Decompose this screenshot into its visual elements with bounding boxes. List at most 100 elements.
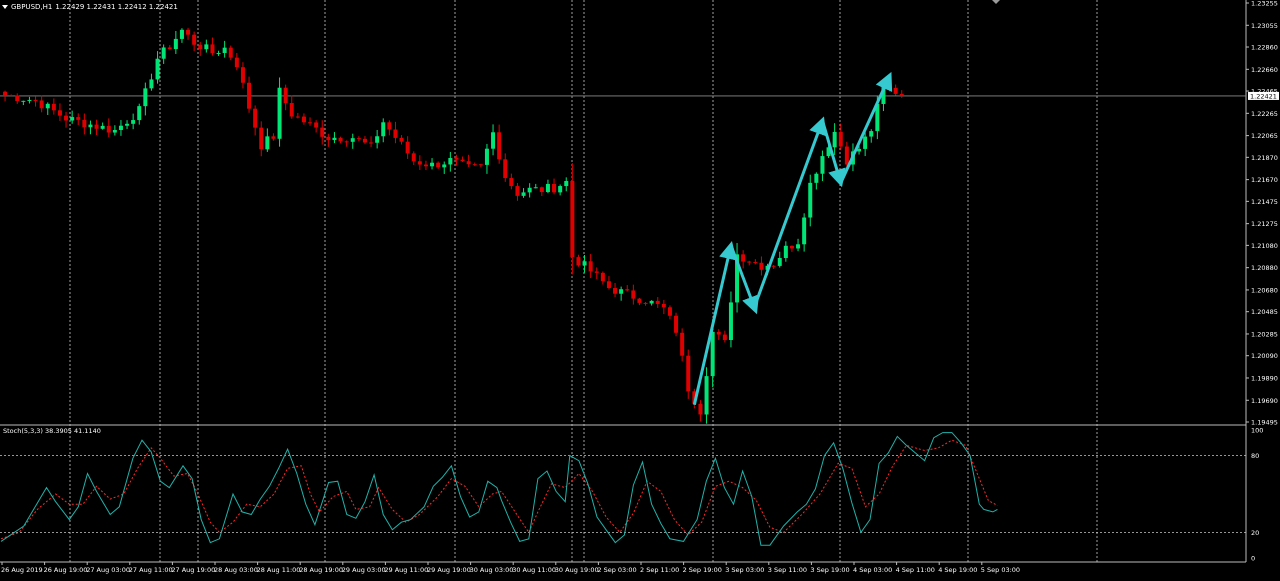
candle-body — [869, 131, 874, 137]
candle-body — [308, 122, 313, 124]
candle-body — [265, 136, 270, 150]
candle-body — [106, 125, 111, 133]
candle-body — [649, 300, 654, 304]
stoch-tick-label: 100 — [1251, 427, 1263, 435]
candle-body — [33, 99, 38, 101]
candle-body — [533, 187, 538, 189]
candle-body — [747, 261, 752, 263]
shift-marker-icon[interactable] — [992, 0, 1000, 4]
candle-body — [613, 288, 618, 294]
candle-body — [698, 403, 703, 415]
candle-body — [375, 136, 380, 143]
candle-body — [796, 244, 801, 249]
candle-body — [552, 183, 557, 193]
price-tick-label: 1.21670 — [1251, 176, 1278, 184]
time-tick-label: 28 Aug 19:00 — [299, 566, 343, 574]
time-tick-label: 28 Aug 03:00 — [214, 566, 258, 574]
candle-body — [728, 302, 733, 340]
candle-body — [509, 178, 514, 187]
time-tick-label: 28 Aug 11:00 — [257, 566, 301, 574]
time-tick-label: 29 Aug 19:00 — [427, 566, 471, 574]
price-tick-label: 1.19690 — [1251, 397, 1278, 405]
time-tick-label: 26 Aug 2019 — [1, 566, 43, 574]
price-tick-label: 1.19495 — [1251, 419, 1278, 427]
price-tick-label: 1.20680 — [1251, 286, 1278, 294]
time-tick-label: 4 Sep 03:00 — [853, 566, 892, 574]
candle-body — [448, 158, 453, 165]
candle-body — [173, 38, 178, 50]
stoch-tick-label: 80 — [1251, 452, 1259, 460]
candle-body — [393, 129, 398, 138]
candle-body — [558, 186, 563, 193]
candle-body — [198, 44, 203, 50]
candle-body — [167, 47, 172, 50]
candle-body — [582, 261, 587, 266]
candle-body — [100, 125, 105, 129]
candle-body — [674, 315, 679, 333]
candle-body — [686, 355, 691, 392]
candle-body — [564, 180, 569, 187]
trading-chart[interactable]: 1.23255 1.23055 1.22860 1.22660 1.22465 1.222… — [0, 0, 1280, 577]
candle-body — [515, 186, 520, 196]
candle-body — [362, 138, 367, 143]
price-tick-label: 1.22065 — [1251, 132, 1278, 140]
candle-body — [844, 146, 849, 165]
candle-body — [783, 245, 788, 259]
candle-body — [314, 122, 319, 128]
time-tick-label: 30 Aug 11:00 — [512, 566, 556, 574]
candle-body — [619, 289, 624, 294]
time-tick-label: 27 Aug 03:00 — [86, 566, 130, 574]
candle-body — [112, 129, 117, 133]
candle-body — [594, 271, 599, 273]
candle-body — [118, 125, 123, 130]
candle-body — [356, 138, 361, 140]
price-tick-label: 1.21475 — [1251, 198, 1278, 206]
candle-body — [137, 106, 142, 121]
price-tick-label: 1.22860 — [1251, 44, 1278, 52]
candle-body — [576, 257, 581, 266]
candle-body — [741, 254, 746, 262]
time-tick-label: 3 Sep 03:00 — [725, 566, 764, 574]
candle-body — [637, 298, 642, 303]
ohlc-values: 1.22429 1.22431 1.22412 1.22421 — [55, 2, 178, 11]
chevron-down-icon[interactable] — [2, 4, 8, 9]
price-tick-label: 1.23055 — [1251, 22, 1278, 30]
candle-body — [753, 262, 758, 264]
candle-body — [820, 156, 825, 174]
candle-body — [460, 159, 465, 162]
candle-body — [259, 127, 264, 150]
candle-body — [655, 300, 660, 304]
candle-body — [710, 331, 715, 377]
candle-body — [405, 141, 410, 154]
candle-body — [143, 88, 148, 107]
candle-body — [234, 57, 239, 68]
candle-body — [76, 117, 81, 120]
symbol-label: GBPUSD,H1 — [11, 2, 53, 11]
candle-body — [814, 173, 819, 183]
candle-body — [411, 153, 416, 162]
price-tick-label: 1.21275 — [1251, 220, 1278, 228]
candle-body — [570, 180, 575, 258]
price-tick-label: 1.20485 — [1251, 308, 1278, 316]
price-tick-label: 1.21870 — [1251, 154, 1278, 162]
candle-body — [301, 116, 306, 123]
candle-body — [320, 127, 325, 137]
time-tick-label: 5 Sep 03:00 — [981, 566, 1020, 574]
candle-body — [497, 132, 502, 160]
candle-body — [216, 53, 221, 55]
candle-body — [545, 183, 550, 192]
candle-body — [222, 47, 227, 54]
candle-body — [21, 100, 26, 102]
time-tick-label: 29 Aug 03:00 — [342, 566, 386, 574]
candle-body — [131, 120, 136, 124]
time-tick-label: 2 Sep 19:00 — [683, 566, 722, 574]
candle-body — [893, 87, 898, 94]
candle-body — [289, 103, 294, 117]
time-tick-label: 27 Aug 19:00 — [171, 566, 215, 574]
candle-body — [82, 119, 87, 128]
candle-body — [149, 79, 154, 89]
time-tick-label: 4 Sep 11:00 — [896, 566, 935, 574]
time-tick-label: 26 Aug 19:00 — [44, 566, 88, 574]
candle-body — [88, 124, 93, 128]
chart-canvas[interactable]: 1.232551.230551.228601.226601.224651.222… — [0, 0, 1280, 577]
